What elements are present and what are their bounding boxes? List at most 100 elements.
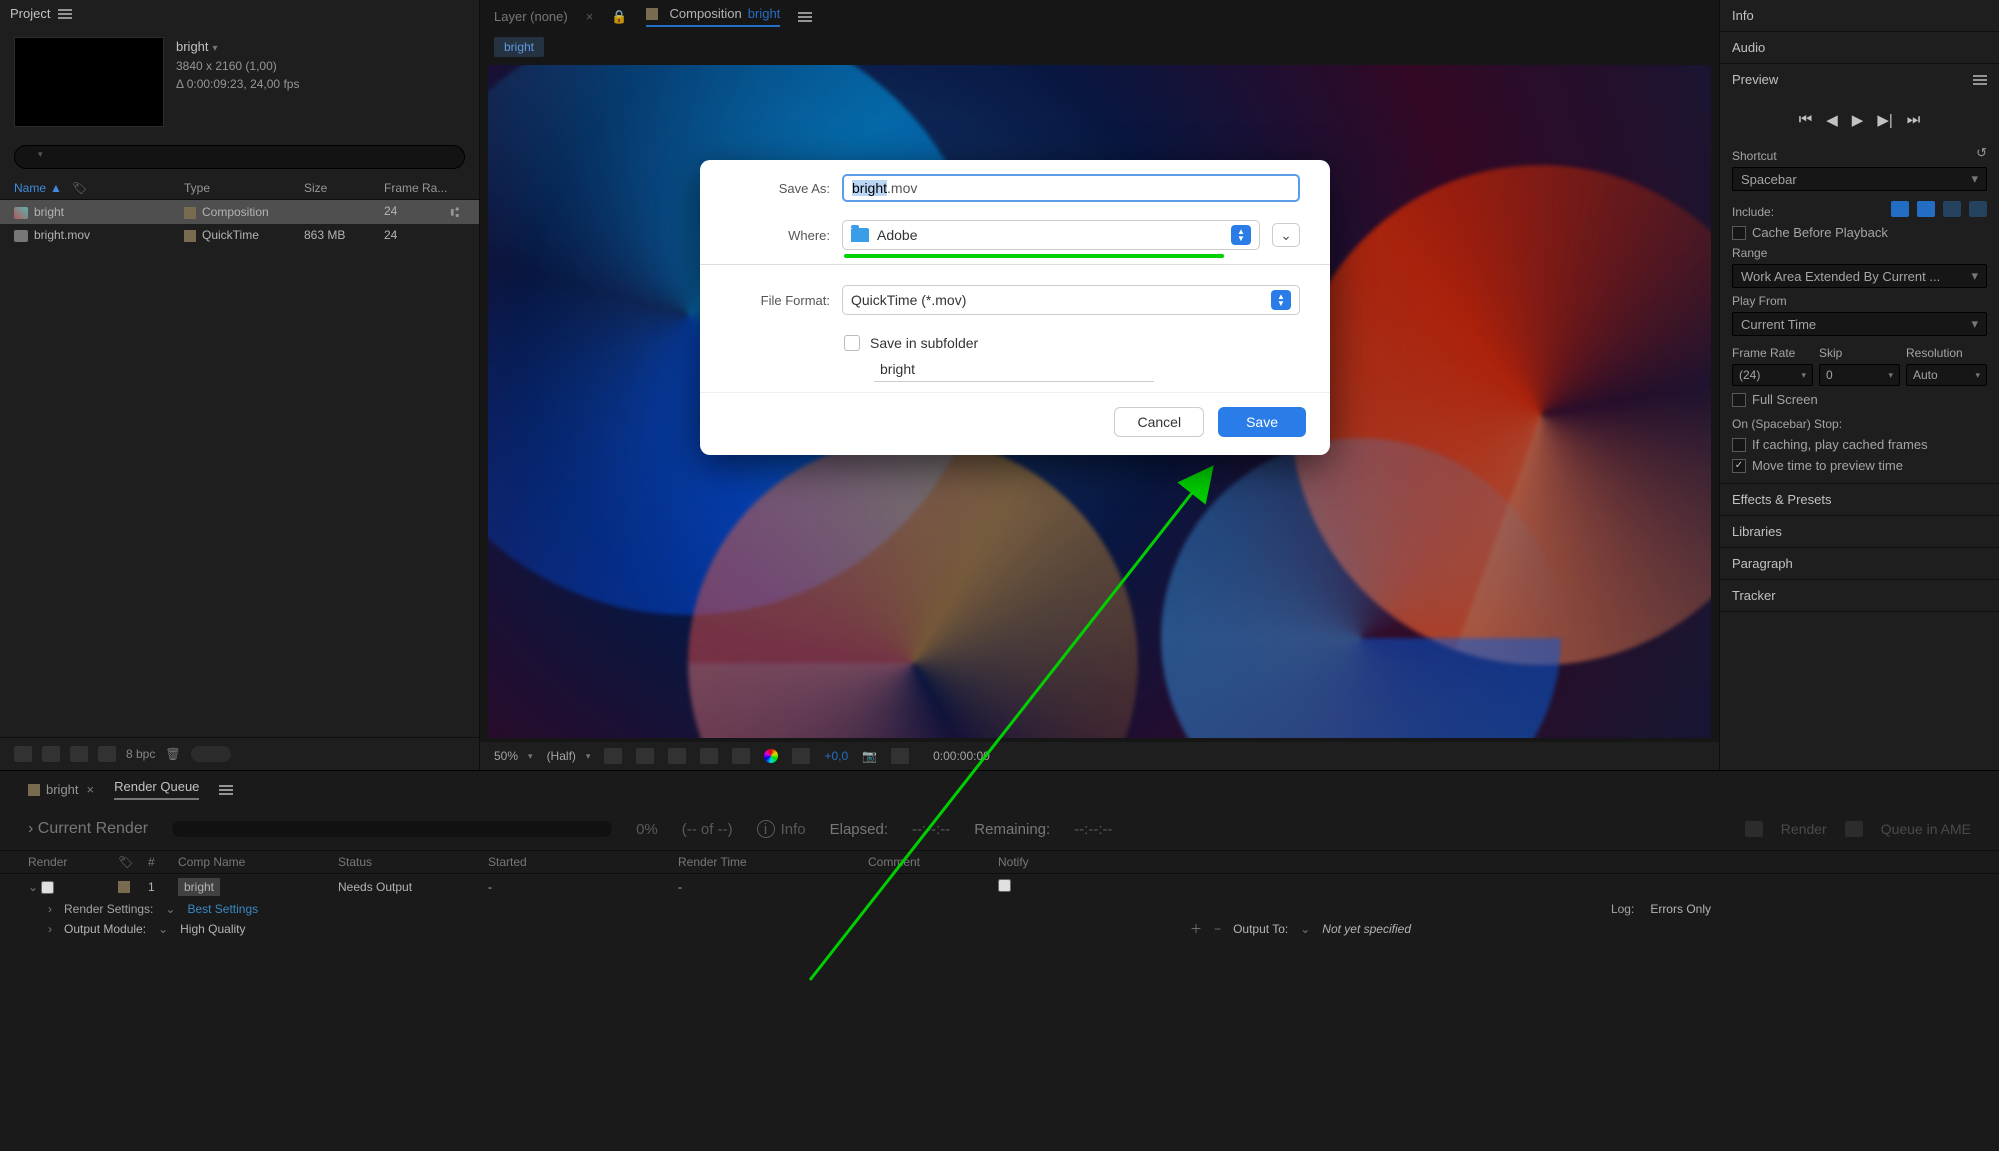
save-dialog: Save As: bright.mov Where: Adobe ▲▼ ⌄ Fi… [700, 160, 1330, 455]
expand-output-module[interactable]: › [48, 922, 52, 936]
preview-menu-icon[interactable] [1973, 75, 1987, 85]
tracker-panel-header[interactable]: Tracker [1720, 580, 1999, 611]
queue-in-ame-button[interactable]: Queue in AME [1881, 821, 1971, 837]
log-value[interactable]: Errors Only [1650, 902, 1711, 916]
render-item-checkbox[interactable] [41, 881, 54, 894]
panel-menu-icon[interactable] [58, 9, 72, 19]
comp-swatch-icon [646, 8, 658, 20]
project-search-input[interactable] [14, 145, 465, 169]
paragraph-panel-header[interactable]: Paragraph [1720, 548, 1999, 579]
new-folder-icon[interactable] [42, 746, 60, 762]
rq-panel-menu-icon[interactable] [219, 785, 233, 795]
preview-panel-header[interactable]: Preview [1720, 64, 1999, 95]
render-settings-value[interactable]: Best Settings [187, 902, 258, 916]
next-frame-button[interactable]: ▶| [1877, 111, 1892, 129]
render-button[interactable]: Render [1781, 821, 1827, 837]
fullscreen-checkbox[interactable]: Full Screen [1732, 392, 1987, 407]
remove-output-icon[interactable]: − [1214, 922, 1221, 936]
trash-icon[interactable]: 🗑 [165, 747, 180, 761]
bpc-label[interactable]: 8 bpc [126, 747, 155, 761]
add-output-icon[interactable]: ＋ [1190, 920, 1202, 937]
updown-icon[interactable]: ▲▼ [1231, 225, 1251, 245]
project-panel-title: Project [10, 6, 50, 21]
onstop-movetime-checkbox[interactable]: Move time to preview time [1732, 458, 1987, 473]
where-dropdown[interactable]: Adobe ▲▼ [842, 220, 1260, 250]
save-in-subfolder-label[interactable]: Save in subfolder [870, 335, 978, 351]
range-dropdown[interactable]: Work Area Extended By Current ... [1732, 264, 1987, 288]
audio-panel-header[interactable]: Audio [1720, 32, 1999, 63]
prev-frame-button[interactable]: ◀ [1826, 111, 1838, 129]
loop-icon[interactable] [1969, 201, 1987, 217]
tab-composition[interactable]: Composition bright [646, 6, 781, 27]
notify-checkbox[interactable] [998, 879, 1011, 892]
show-snapshot-icon[interactable] [891, 748, 909, 764]
framerate-dropdown[interactable]: (24) [1732, 364, 1813, 386]
save-in-subfolder-checkbox[interactable] [844, 335, 860, 351]
header-size[interactable]: Size [304, 181, 384, 195]
resolution-dropdown[interactable]: (Half) [547, 749, 591, 763]
render-info-button[interactable]: iInfo [757, 820, 806, 838]
flowchart-icon[interactable]: ⑆ [451, 204, 459, 220]
search-toggle[interactable] [191, 746, 231, 762]
range-label: Range [1732, 246, 1987, 260]
playfrom-dropdown[interactable]: Current Time [1732, 312, 1987, 336]
framerate-label: Frame Rate [1732, 346, 1813, 360]
comp-name[interactable]: bright [176, 37, 299, 57]
output-to-value[interactable]: Not yet specified [1322, 922, 1411, 936]
reset-shortcut-icon[interactable]: ↺ [1976, 145, 1987, 161]
region-of-interest-icon[interactable] [668, 748, 686, 764]
cancel-button[interactable]: Cancel [1114, 407, 1204, 437]
filename-input[interactable]: bright.mov [842, 174, 1300, 202]
header-name[interactable]: Name ▲ 🏷 [14, 181, 184, 195]
effects-panel-header[interactable]: Effects & Presets [1720, 484, 1999, 515]
file-format-dropdown[interactable]: QuickTime (*.mov) ▲▼ [842, 285, 1300, 315]
include-audio-icon[interactable] [1917, 201, 1935, 217]
header-framerate[interactable]: Frame Ra... [384, 181, 465, 195]
toggle-mask-icon[interactable] [636, 748, 654, 764]
tab-layer[interactable]: Layer (none) [494, 9, 568, 24]
project-row-comp[interactable]: bright Composition 24⑆ [0, 200, 479, 224]
expand-dialog-button[interactable]: ⌄ [1272, 223, 1300, 247]
composition-thumbnail[interactable] [14, 37, 164, 127]
guides-icon[interactable] [732, 748, 750, 764]
current-render-label[interactable]: Current Render [28, 820, 148, 838]
rq-item-row[interactable]: ⌄ 1 bright Needs Output - - [0, 874, 1999, 900]
project-row-file[interactable]: bright.mov QuickTime 863 MB 24 [0, 224, 479, 246]
skip-dropdown[interactable]: 0 [1819, 364, 1900, 386]
toggle-transparency-icon[interactable] [604, 748, 622, 764]
header-type[interactable]: Type [184, 181, 304, 195]
lock-icon[interactable]: 🔒 [611, 9, 627, 25]
interpret-footage-icon[interactable] [14, 746, 32, 762]
resolution-label: Resolution [1906, 346, 1987, 360]
last-frame-button[interactable]: ⏭ [1907, 111, 1921, 129]
project-settings-icon[interactable] [98, 746, 116, 762]
comp-panel-menu-icon[interactable] [798, 12, 812, 22]
new-comp-icon[interactable] [70, 746, 88, 762]
color-management-icon[interactable] [764, 749, 778, 763]
output-module-value[interactable]: High Quality [180, 922, 245, 936]
play-button[interactable]: ▶ [1852, 111, 1864, 129]
tab-render-queue[interactable]: Render Queue [114, 779, 199, 800]
expand-render-settings[interactable]: › [48, 902, 52, 916]
tab-timeline-bright[interactable]: bright [28, 782, 79, 797]
breadcrumb-chip[interactable]: bright [494, 37, 544, 57]
timecode-display[interactable]: 0:00:00:00 [933, 749, 990, 763]
subfolder-name-input[interactable] [874, 357, 1154, 382]
reset-exposure-icon[interactable] [792, 748, 810, 764]
first-frame-button[interactable]: ⏮ [1799, 111, 1813, 129]
onstop-cache-checkbox[interactable]: If caching, play cached frames [1732, 437, 1987, 452]
grid-icon[interactable] [700, 748, 718, 764]
close-tab-icon[interactable]: × [87, 782, 95, 797]
zoom-dropdown[interactable]: 50% [494, 749, 533, 763]
exposure-value[interactable]: +0,0 [824, 749, 848, 763]
include-video-icon[interactable] [1891, 201, 1909, 217]
updown-icon[interactable]: ▲▼ [1271, 290, 1291, 310]
shortcut-dropdown[interactable]: Spacebar [1732, 167, 1987, 191]
preview-resolution-dropdown[interactable]: Auto [1906, 364, 1987, 386]
snapshot-icon[interactable]: 📷 [862, 749, 877, 763]
libraries-panel-header[interactable]: Libraries [1720, 516, 1999, 547]
info-panel-header[interactable]: Info [1720, 0, 1999, 31]
cache-before-playback-checkbox[interactable]: Cache Before Playback [1732, 225, 1987, 240]
save-button[interactable]: Save [1218, 407, 1306, 437]
include-overlays-icon[interactable] [1943, 201, 1961, 217]
